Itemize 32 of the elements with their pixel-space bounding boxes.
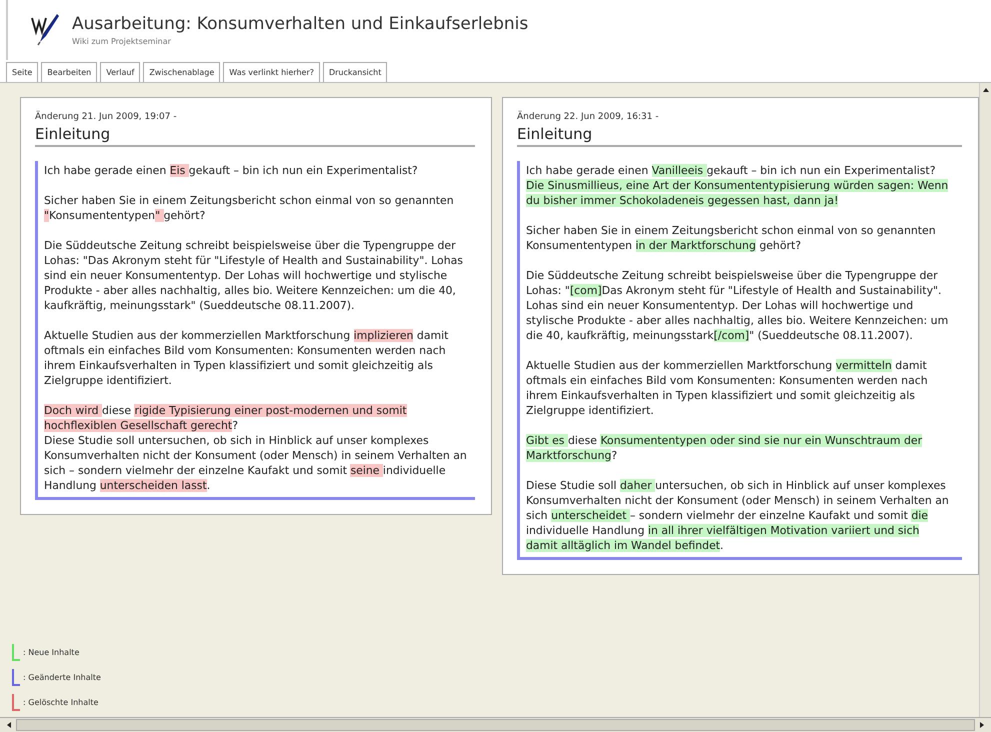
legend-label: : Gelöschte Inhalte	[23, 698, 98, 707]
section-heading: Einleitung	[517, 122, 962, 147]
paragraph: Die Süddeutsche Zeitung schreibt beispielsweise über die Typengruppe der Lohas: "[com]Das Akronym steht für "Lifestyle of Health and Sustainability". Lohas sind ein neuer Konsumententyp. Der Lohas will hochwertige und stylische Produkte - aber alles nachhaltig, alles bio. Weitere Kennzeichen: um die 40, kaufkräftig, meinungsstark[/com]" (Sueddeutsche 08.11.2007).	[526, 268, 950, 343]
horizontal-scrollbar[interactable]	[0, 717, 991, 732]
page-tab[interactable]: Bearbeiten	[41, 62, 98, 82]
page-subtitle: Wiki zum Projektseminar	[72, 37, 172, 46]
paragraph: Gibt es diese Konsumententypen oder sind sie nur ein Wunschtraum der Marktforschung?	[526, 433, 924, 463]
vertical-scrollbar[interactable]	[979, 83, 991, 717]
paragraph: Ich habe gerade einen Eis gekauft – bin ich nun ein Experimentalist?	[44, 163, 419, 178]
quill-logo-icon	[30, 12, 60, 46]
page-tab[interactable]: Seite	[6, 62, 38, 82]
page-title: Ausarbeitung: Konsumverhalten und Einkaufserlebnis	[72, 14, 528, 34]
paragraph: Ich habe gerade einen Vanilleeis gekauft – bin ich nun ein Experimentalist? Die Sinusmillieus, eine Art der Konsumententypisierung würden sagen: Wenn du bisher immer Schokoladeneis gegessen hast, dann ja!	[526, 163, 950, 208]
paragraph: Diese Studie soll daher untersuchen, ob sich in Hinblick auf unser komplexes Konsumverhalten nicht der Konsument (oder Mensch) in seinem Verhalten an sich unterscheidet – sondern vielmehr der einzelne Kaufakt und somit die individuelle Handlung in all ihrer vielfältigen Motivation variiert und sich damit alltäglich im Wandel befindet.	[526, 478, 950, 553]
paragraph: Die Süddeutsche Zeitung schreibt beispielsweise über die Typengruppe der Lohas: "Das Akronym steht für "Lifestyle of Health and Sustainability". Lohas sind ein neuer Konsumententyp. Der Lohas will hochwertige und stylische Produkte - aber alles nachhaltig, alles bio. Weitere Kennzeichen: um die 40, kaufkräftig, meinungsstark" (Sueddeutsche 08.11.2007).	[44, 238, 464, 313]
paragraph: Aktuelle Studien aus der kommerziellen Marktforschung implizieren damit oftmals ein einfaches Bild vom Konsumenten: Konsumenten werden nach ihrem Einkaufsverhalten in Typen klassifiziert und somit gleichzeitig als Zielgruppe identifiziert.	[44, 328, 450, 388]
paragraph: Sicher haben Sie in einem Zeitungsbericht schon einmal von so genannten "Konsumententypen" gehört?	[44, 193, 455, 223]
page-tab[interactable]: Was verlinkt hierher?	[223, 62, 320, 82]
scroll-right-arrow-icon[interactable]	[979, 721, 985, 729]
page-tab[interactable]: Zwischenablage	[143, 62, 220, 82]
revision-date: Änderung 22. Jun 2009, 16:31 -	[517, 112, 660, 122]
paragraph: Doch wird diese rigide Typisierung einer post-modernen und somit hochflexiblen Gesellschaft gerecht? Diese Studie soll untersuchen, ob sich in Hinblick auf unser komplexes Konsumverhalten nicht der Konsument (oder Mensch) in seinem Verhalten an sich – sondern vielmehr der einzelne Kaufakt und somit seine individuelle Handlung unterscheiden lasst.	[44, 403, 468, 493]
section-heading: Einleitung	[35, 122, 475, 147]
page-tab[interactable]: Druckansicht	[322, 62, 388, 82]
revision-date: Änderung 21. Jun 2009, 19:07 -	[35, 112, 178, 122]
legend-label: : Neue Inhalte	[23, 648, 80, 657]
paragraph: Sicher haben Sie in einem Zeitungsbericht schon einmal von so genannten Konsumententypen in der Marktforschung gehört?	[526, 223, 937, 253]
page-tab[interactable]: Verlauf	[100, 62, 140, 82]
scroll-left-arrow-icon[interactable]	[6, 721, 12, 729]
legend-label: : Geänderte Inhalte	[23, 673, 101, 682]
scroll-up-arrow-icon[interactable]	[982, 87, 990, 93]
paragraph: Aktuelle Studien aus der kommerziellen Marktforschung vermitteln damit oftmals ein einfaches Bild vom Konsumenten: Konsumenten werden nach ihrem Einkaufsverhalten in Typen klassifiziert und somit gleichzeitig als Zielgruppe identifiziert.	[526, 358, 929, 418]
